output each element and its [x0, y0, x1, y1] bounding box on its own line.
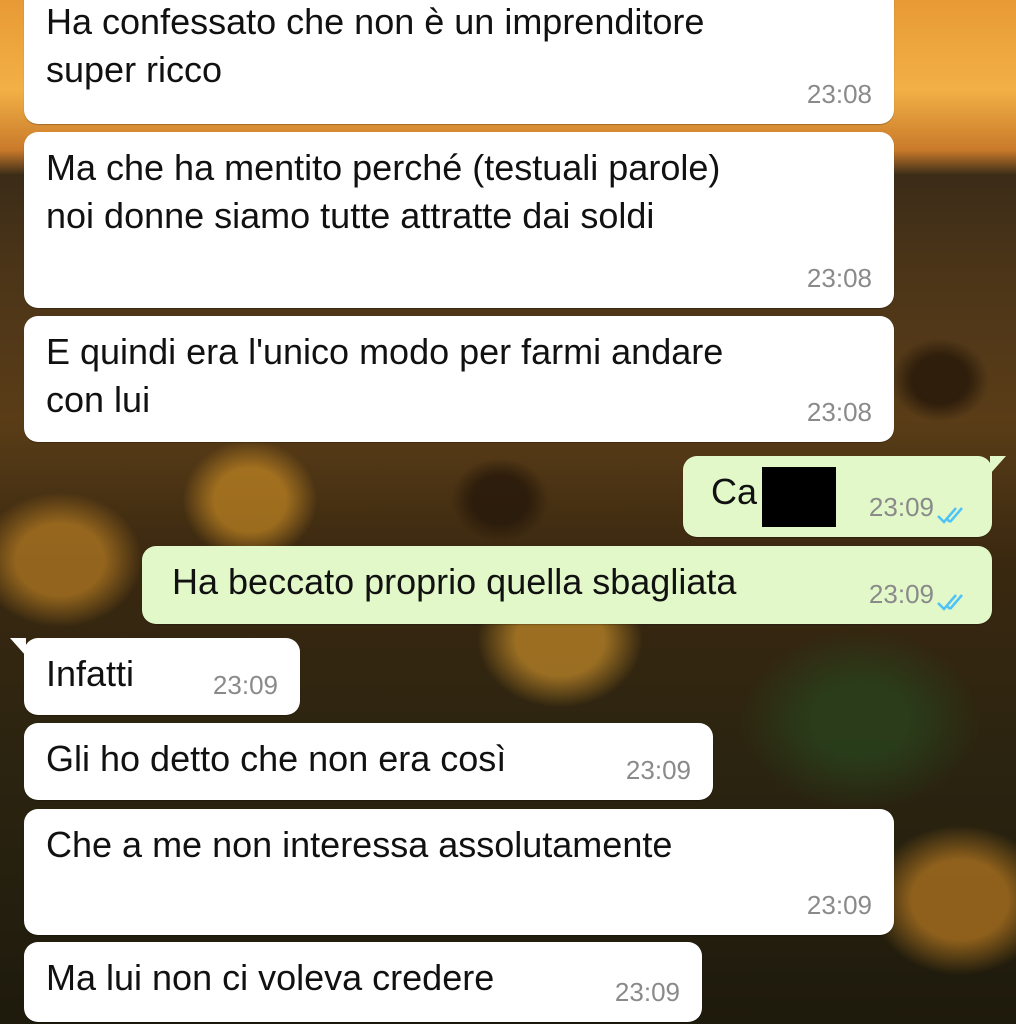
message-text: E quindi era l'unico modo per farmi anda… — [46, 331, 724, 420]
message-text: Ha beccato proprio quella sbagliata — [172, 561, 737, 602]
message-time: 23:09 — [806, 890, 872, 920]
message-bubble-incoming[interactable]: Infatti 23:09 — [10, 638, 300, 715]
message-time: 23:08 — [806, 79, 872, 109]
message-bubble-incoming[interactable]: Ma che ha mentito perché (testuali parol… — [24, 132, 894, 308]
message-bubble-incoming[interactable]: Ma lui non ci voleva credere 23:09 — [24, 942, 702, 1022]
message-time: 23:09 — [868, 579, 934, 609]
message-text: Ha confessato che non è un imprenditore … — [46, 1, 705, 90]
message-text: Che a me non interessa assolutamente — [46, 824, 673, 865]
message-time: 23:08 — [806, 263, 872, 293]
message-text: Ma che ha mentito perché (testuali parol… — [46, 147, 721, 236]
message-bubble-incoming[interactable]: Che a me non interessa assolutamente 23:… — [24, 809, 894, 935]
message-bubble-incoming[interactable]: Ha confessato che non è un imprenditore … — [24, 0, 894, 124]
redaction-block — [762, 467, 836, 527]
message-time: 23:08 — [806, 397, 872, 427]
double-check-icon — [937, 507, 963, 524]
message-time: 23:09 — [625, 755, 691, 785]
message-time: 23:09 — [212, 670, 278, 700]
bubble-tail — [10, 638, 26, 656]
message-bubble-outgoing[interactable]: Ca 23:09 — [683, 456, 1006, 537]
double-check-icon — [937, 594, 963, 611]
message-bubble-incoming[interactable]: E quindi era l'unico modo per farmi anda… — [24, 316, 894, 442]
message-time: 23:09 — [868, 492, 934, 522]
message-time: 23:09 — [614, 977, 680, 1007]
message-bubble-outgoing[interactable]: Ha beccato proprio quella sbagliata 23:0… — [142, 546, 992, 624]
bubble-tail — [990, 456, 1006, 474]
message-text: Ma lui non ci voleva credere — [46, 957, 495, 998]
message-text: Gli ho detto che non era così — [46, 738, 507, 779]
message-bubble-incoming[interactable]: Gli ho detto che non era così 23:09 — [24, 723, 713, 800]
